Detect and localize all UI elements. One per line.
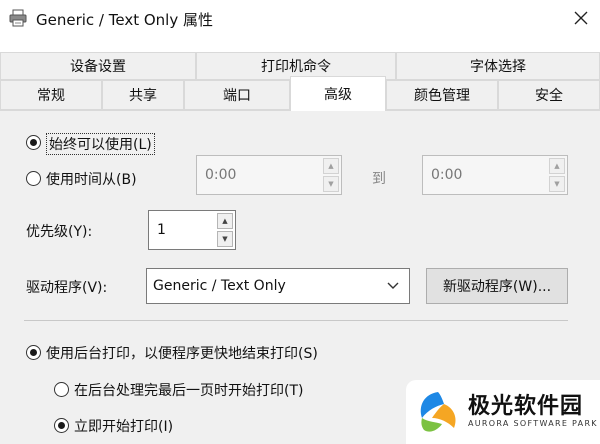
aurora-logo-icon (414, 388, 462, 436)
separator (24, 320, 568, 321)
priority-label: 优先级(Y): (26, 224, 93, 240)
from-time-down-button[interactable]: ▼ (323, 176, 339, 192)
available-to-time-input[interactable]: 0:00 ▲ ▼ (422, 155, 568, 195)
caret-up-icon: ▲ (554, 162, 560, 170)
to-time-down-button[interactable]: ▼ (549, 176, 565, 192)
priority-stepper[interactable]: 1 ▲ ▼ (148, 210, 236, 250)
logo-title: 极光软件园 (468, 394, 584, 419)
tab-color-management[interactable]: 颜色管理 (386, 80, 498, 110)
spool-label[interactable]: 使用后台打印，以便程序更快地结束打印(S) (46, 343, 318, 363)
window-title: Generic / Text Only 属性 (36, 11, 213, 29)
new-driver-button[interactable]: 新驱动程序(W)... (426, 268, 568, 304)
logo-subtitle: AURORA SOFTWARE PARK (468, 419, 598, 428)
priority-value: 1 (157, 222, 166, 238)
available-to-time-value: 0:00 (431, 167, 463, 183)
tab-device-settings[interactable]: 设备设置 (0, 52, 196, 80)
close-icon (574, 11, 588, 25)
tab-ports[interactable]: 端口 (184, 80, 290, 110)
caret-down-icon: ▼ (554, 180, 560, 188)
start-immediately-radio[interactable] (54, 418, 69, 433)
from-time-up-button[interactable]: ▲ (323, 158, 339, 174)
start-immediately-label[interactable]: 立即开始打印(I) (74, 416, 173, 436)
driver-select[interactable]: Generic / Text Only (146, 268, 410, 304)
printer-icon (8, 8, 28, 28)
priority-up-button[interactable]: ▲ (217, 213, 233, 229)
driver-label: 驱动程序(V): (26, 280, 108, 296)
tab-general[interactable]: 常规 (0, 80, 102, 110)
tab-font-selection[interactable]: 字体选择 (396, 52, 600, 80)
available-from-radio[interactable] (26, 171, 41, 186)
tab-advanced[interactable]: 高级 (290, 76, 386, 111)
close-button[interactable] (566, 4, 596, 32)
spool-radio[interactable] (26, 345, 41, 360)
caret-up-icon: ▲ (328, 162, 334, 170)
caret-down-icon: ▼ (328, 180, 334, 188)
available-from-label[interactable]: 使用时间从(B) (46, 169, 137, 189)
tab-security[interactable]: 安全 (498, 80, 600, 110)
always-available-label[interactable]: 始终可以使用(L) (46, 133, 155, 155)
to-label: 到 (372, 171, 386, 187)
caret-up-icon: ▲ (222, 217, 228, 225)
caret-down-icon: ▼ (222, 235, 228, 243)
driver-select-value: Generic / Text Only (153, 278, 286, 294)
start-after-last-page-radio[interactable] (54, 382, 69, 397)
always-available-radio[interactable] (26, 135, 41, 150)
tab-sharing[interactable]: 共享 (102, 80, 184, 110)
to-time-up-button[interactable]: ▲ (549, 158, 565, 174)
chevron-down-icon (387, 282, 399, 289)
start-after-last-page-label[interactable]: 在后台处理完最后一页时开始打印(T) (74, 380, 303, 400)
priority-down-button[interactable]: ▼ (217, 231, 233, 247)
available-from-time-input[interactable]: 0:00 ▲ ▼ (196, 155, 342, 195)
available-from-time-value: 0:00 (205, 167, 237, 183)
